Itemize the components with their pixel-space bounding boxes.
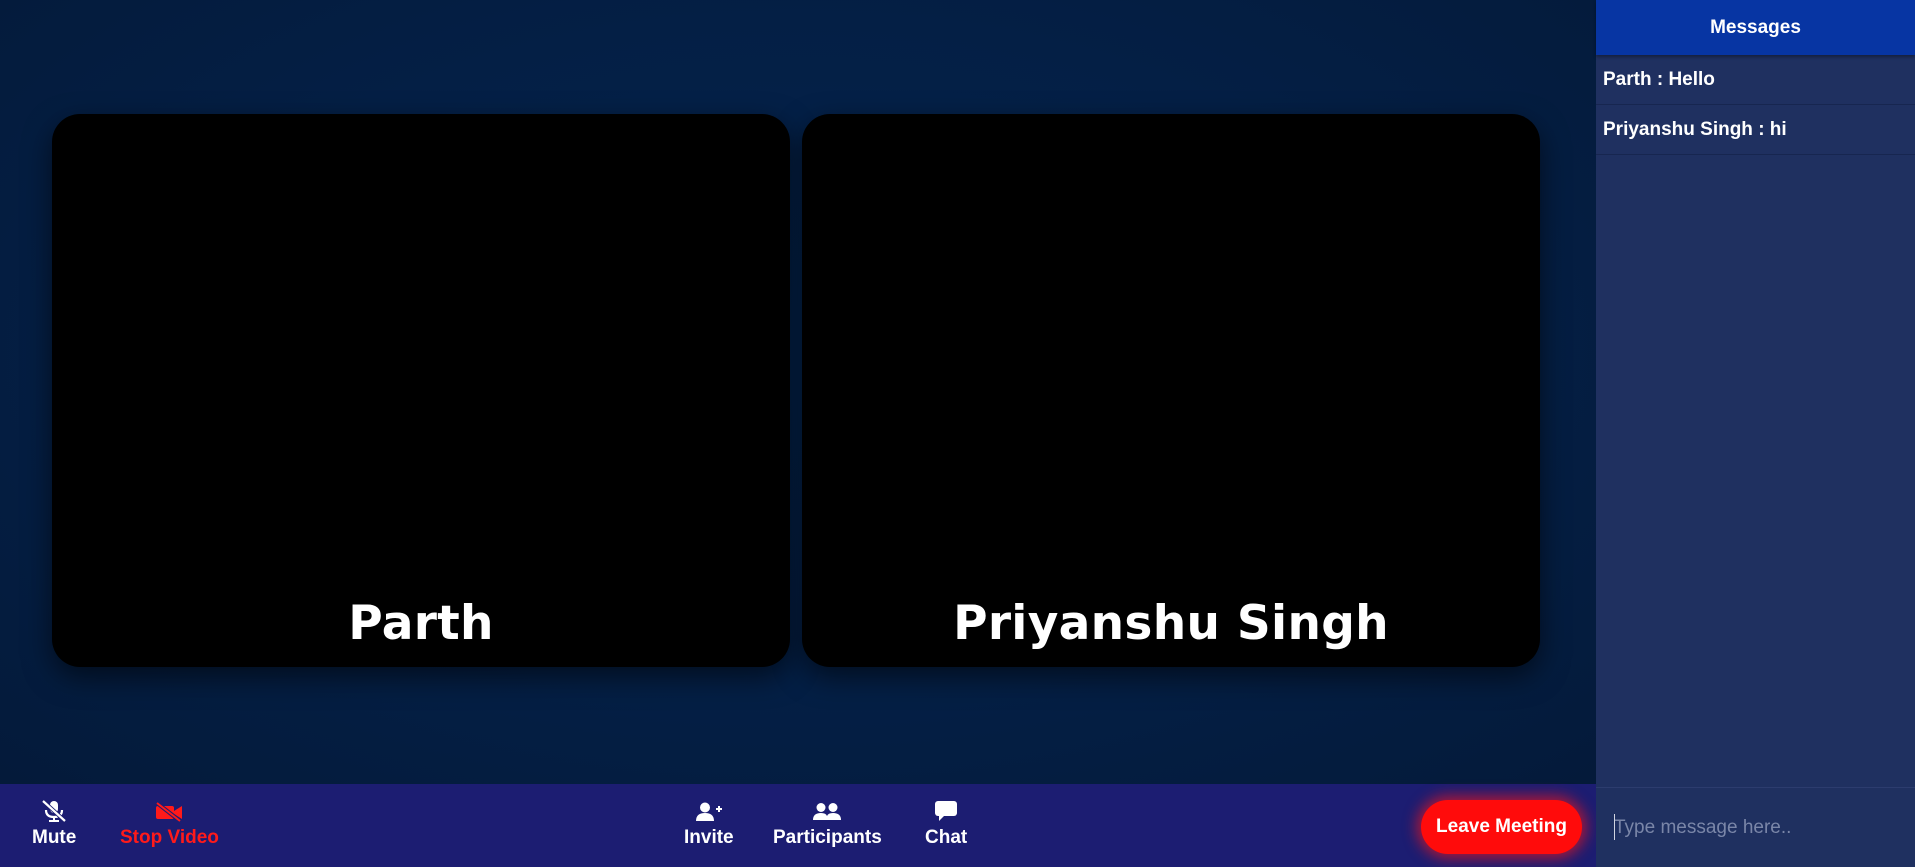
comment-icon bbox=[934, 798, 958, 822]
chat-input-area bbox=[1596, 787, 1915, 867]
invite-label: Invite bbox=[684, 827, 734, 848]
participant-name: Priyanshu Singh bbox=[953, 596, 1389, 651]
stop-video-button[interactable]: Stop Video bbox=[120, 798, 219, 849]
participants-label: Participants bbox=[773, 827, 882, 848]
chat-panel-title: Messages bbox=[1596, 0, 1915, 55]
video-stage: Parth Priyanshu Singh bbox=[0, 0, 1596, 784]
leave-meeting-button[interactable]: Leave Meeting bbox=[1421, 800, 1582, 854]
chat-panel: Messages Parth : Hello Priyanshu Singh :… bbox=[1596, 0, 1915, 867]
chat-message-input[interactable] bbox=[1596, 807, 1915, 848]
participants-button[interactable]: Participants bbox=[773, 798, 882, 849]
mute-button[interactable]: Mute bbox=[32, 798, 76, 849]
meeting-toolbar: Mute Stop Video Invite Participants Chat bbox=[0, 784, 1596, 867]
participant-tile-parth[interactable]: Parth bbox=[52, 114, 790, 667]
video-slash-icon bbox=[154, 798, 184, 822]
users-icon bbox=[812, 798, 842, 822]
chat-message: Priyanshu Singh : hi bbox=[1596, 105, 1915, 155]
stop-video-label: Stop Video bbox=[120, 827, 219, 848]
participant-tile-priyanshu-singh[interactable]: Priyanshu Singh bbox=[802, 114, 1540, 667]
chat-label: Chat bbox=[925, 827, 968, 848]
microphone-slash-icon bbox=[40, 798, 68, 822]
user-plus-icon bbox=[695, 798, 723, 822]
participant-name: Parth bbox=[348, 596, 494, 651]
mute-label: Mute bbox=[32, 827, 77, 848]
invite-button[interactable]: Invite bbox=[684, 798, 734, 849]
chat-message: Parth : Hello bbox=[1596, 55, 1915, 105]
video-grid: Parth Priyanshu Singh bbox=[52, 114, 1540, 667]
chat-button[interactable]: Chat bbox=[925, 798, 967, 849]
text-cursor bbox=[1614, 814, 1615, 840]
